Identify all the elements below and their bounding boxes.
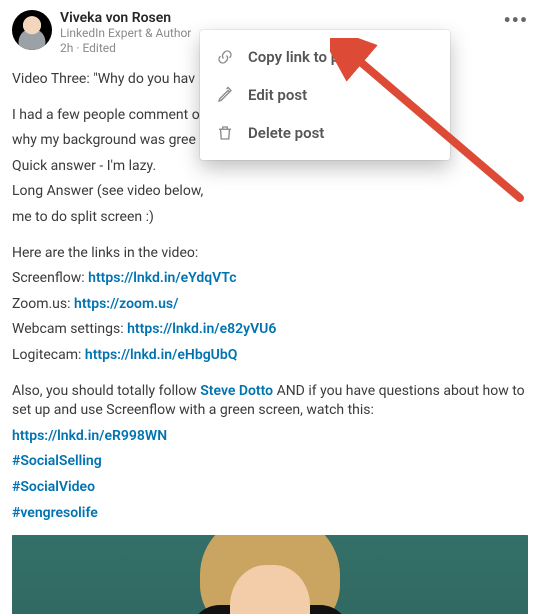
menu-item-copy-link[interactable]: Copy link to post xyxy=(200,38,450,76)
link-zoom[interactable]: https://zoom.us/ xyxy=(74,296,178,312)
post: Viveka von Rosen LinkedIn Expert & Autho… xyxy=(0,0,540,614)
post-time: 2h xyxy=(60,41,73,55)
pencil-icon xyxy=(216,86,234,104)
link-screenflow-tutorial[interactable]: https://lnkd.in/eR998WN xyxy=(12,428,167,444)
hashtag-socialselling[interactable]: #SocialSelling xyxy=(12,453,102,469)
trash-icon xyxy=(216,124,234,142)
post-edited: Edited xyxy=(82,41,115,55)
body-line: Here are the links in the video: xyxy=(12,244,528,264)
avatar[interactable] xyxy=(12,10,52,50)
post-options-menu: Copy link to post Edit post Delete post xyxy=(200,30,450,160)
body-line: Webcam settings: https://lnkd.in/e82yVU6 xyxy=(12,320,528,340)
body-line: Also, you should totally follow Steve Do… xyxy=(12,382,528,421)
body-line: me to do split screen :) xyxy=(12,208,528,228)
body-line: #vengresolife xyxy=(12,504,528,524)
menu-item-label: Edit post xyxy=(248,86,307,104)
hashtag-socialvideo[interactable]: #SocialVideo xyxy=(12,479,95,495)
menu-item-label: Copy link to post xyxy=(248,48,360,66)
author-name[interactable]: Viveka von Rosen xyxy=(60,10,503,26)
body-line: #SocialSelling xyxy=(12,452,528,472)
body-line: https://lnkd.in/eR998WN xyxy=(12,427,528,447)
link-screenflow[interactable]: https://lnkd.in/eYdqVTc xyxy=(88,270,236,286)
body-line: Logitecam: https://lnkd.in/eHbgUbQ xyxy=(12,346,528,366)
overflow-menu-button[interactable]: ••• xyxy=(503,10,528,56)
body-line: Zoom.us: https://zoom.us/ xyxy=(12,295,528,315)
body-line: Screenflow: https://lnkd.in/eYdqVTc xyxy=(12,269,528,289)
link-icon xyxy=(216,48,234,66)
menu-item-delete-post[interactable]: Delete post xyxy=(200,114,450,152)
menu-item-edit-post[interactable]: Edit post xyxy=(200,76,450,114)
post-video-thumbnail[interactable] xyxy=(12,535,528,614)
link-logitecam[interactable]: https://lnkd.in/eHbgUbQ xyxy=(85,347,238,363)
menu-item-label: Delete post xyxy=(248,124,324,142)
link-webcam-settings[interactable]: https://lnkd.in/e82yVU6 xyxy=(127,321,276,337)
hashtag-vengresolife[interactable]: #vengresolife xyxy=(12,505,98,521)
body-line: Long Answer (see video below, xyxy=(12,182,528,202)
mention-steve-dotto[interactable]: Steve Dotto xyxy=(200,383,273,399)
body-line: #SocialVideo xyxy=(12,478,528,498)
